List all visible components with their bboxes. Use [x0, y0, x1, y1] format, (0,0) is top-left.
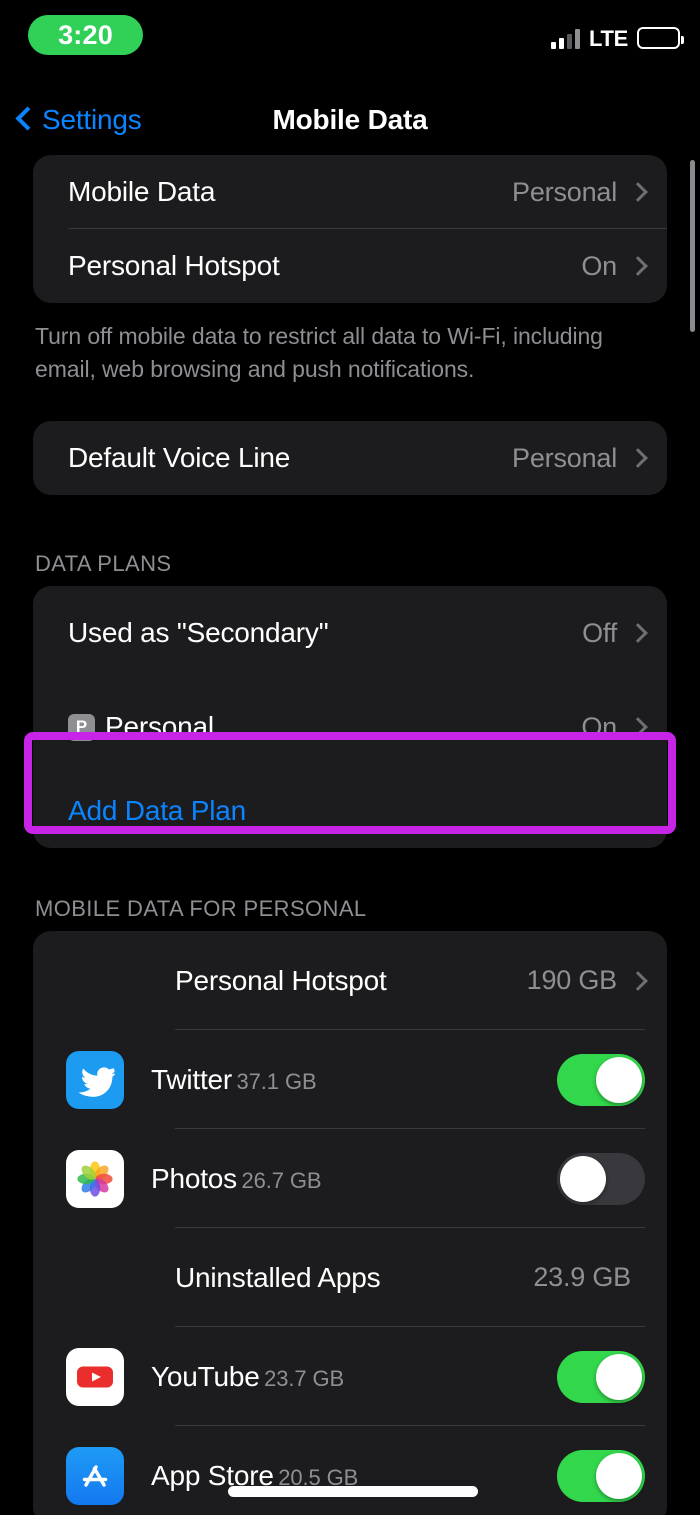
app-row-app-store[interactable]: App Store 20.5 GB	[33, 1426, 667, 1515]
network-type-label: LTE	[588, 26, 628, 51]
battery-icon	[637, 27, 684, 49]
settings-scroll-area: Mobile Data Personal Personal Hotspot On…	[0, 155, 700, 1515]
section-header-mobile-data-for-personal: MOBILE DATA FOR PERSONAL	[35, 896, 367, 922]
primary-line-badge-icon: P	[68, 713, 95, 741]
chevron-right-icon	[631, 969, 645, 993]
chevron-right-icon	[631, 621, 645, 645]
toggle-photos[interactable]	[557, 1152, 645, 1205]
app-row-youtube[interactable]: YouTube 23.7 GB	[33, 1327, 667, 1427]
app-row-uninstalled-apps: Uninstalled Apps 23.9 GB	[33, 1228, 667, 1328]
row-value: Personal	[512, 442, 617, 473]
page-title: Mobile Data	[272, 104, 428, 135]
app-name: Uninstalled Apps	[175, 1261, 381, 1293]
plan-title-line: Used as "Secondary"	[68, 617, 582, 649]
app-text: YouTube 23.7 GB	[151, 1361, 557, 1393]
cellular-signal-icon	[550, 29, 580, 49]
plan-info: P Personal	[68, 711, 581, 743]
row-mobile-data[interactable]: Mobile Data Personal	[33, 155, 667, 229]
app-name: Personal Hotspot	[175, 964, 387, 996]
row-label: Mobile Data	[68, 176, 216, 207]
mobile-data-footnote: Turn off mobile data to restrict all dat…	[35, 323, 603, 382]
plan-title-line: P Personal	[68, 711, 581, 743]
photos-icon	[66, 1149, 124, 1208]
plan-info: Used as "Secondary"	[68, 617, 582, 649]
data-plans-card: Used as "Secondary" Off P Personal On Ad…	[33, 586, 667, 849]
plan-status: Off	[582, 617, 617, 648]
plan-status: On	[581, 711, 617, 742]
section-header-data-plans: DATA PLANS	[35, 551, 172, 577]
app-name: Photos	[151, 1162, 237, 1194]
row-personal-hotspot[interactable]: Personal Hotspot On	[33, 229, 667, 303]
app-usage-value: 23.9 GB	[533, 1262, 631, 1293]
status-time: 3:20	[58, 19, 113, 50]
app-row-personal-hotspot[interactable]: Personal Hotspot 190 GB	[33, 931, 667, 1031]
app-usage-value: 23.7 GB	[264, 1365, 345, 1391]
plan-title: Used as "Secondary"	[68, 617, 329, 649]
recording-time-pill[interactable]: 3:20	[28, 15, 143, 55]
toggle-youtube[interactable]	[557, 1350, 645, 1403]
app-row-twitter[interactable]: Twitter 37.1 GB	[33, 1030, 667, 1130]
app-row-photos[interactable]: Photos 26.7 GB	[33, 1129, 667, 1229]
app-text: Twitter 37.1 GB	[151, 1064, 557, 1096]
row-default-voice-line[interactable]: Default Voice Line Personal	[33, 421, 667, 495]
row-label: Default Voice Line	[68, 442, 291, 474]
toggle-twitter[interactable]	[557, 1053, 645, 1106]
mobile-data-card: Mobile Data Personal Personal Hotspot On	[33, 155, 667, 303]
app-usage-value: 37.1 GB	[236, 1068, 317, 1094]
add-data-plan-button[interactable]: Add Data Plan	[33, 774, 667, 848]
status-bar: 3:20 LTE	[0, 0, 700, 78]
app-usage-value: 26.7 GB	[241, 1167, 322, 1193]
home-indicator	[228, 1486, 478, 1497]
chevron-right-icon	[631, 254, 645, 278]
app-data-usage-card: Personal Hotspot 190 GB Twitter 37.1 GB	[33, 931, 667, 1515]
chevron-right-icon	[631, 180, 645, 204]
toggle-app-store[interactable]	[557, 1449, 645, 1502]
plan-row-secondary[interactable]: Used as "Secondary" Off	[33, 586, 667, 680]
app-text: Photos 26.7 GB	[151, 1163, 557, 1195]
app-name: YouTube	[151, 1360, 260, 1392]
twitter-icon	[66, 1050, 124, 1109]
row-value: On	[581, 250, 617, 281]
app-usage-value: 190 GB	[526, 965, 618, 996]
row-value: Personal	[512, 176, 617, 207]
chevron-right-icon	[631, 446, 645, 470]
app-text: Uninstalled Apps	[175, 1262, 533, 1294]
default-voice-line-card: Default Voice Line Personal	[33, 421, 667, 496]
youtube-icon	[66, 1347, 124, 1406]
navigation-bar: Settings Mobile Data	[0, 92, 700, 148]
plan-title: Personal	[105, 711, 214, 743]
row-label: Personal Hotspot	[68, 250, 280, 281]
app-name: Twitter	[151, 1063, 233, 1095]
appstore-icon	[66, 1446, 124, 1505]
chevron-right-icon	[631, 715, 645, 739]
app-text: Personal Hotspot	[175, 965, 527, 997]
status-bar-right: LTE	[550, 26, 684, 51]
plan-row-personal[interactable]: P Personal On	[33, 680, 667, 774]
add-data-plan-label: Add Data Plan	[68, 795, 246, 827]
